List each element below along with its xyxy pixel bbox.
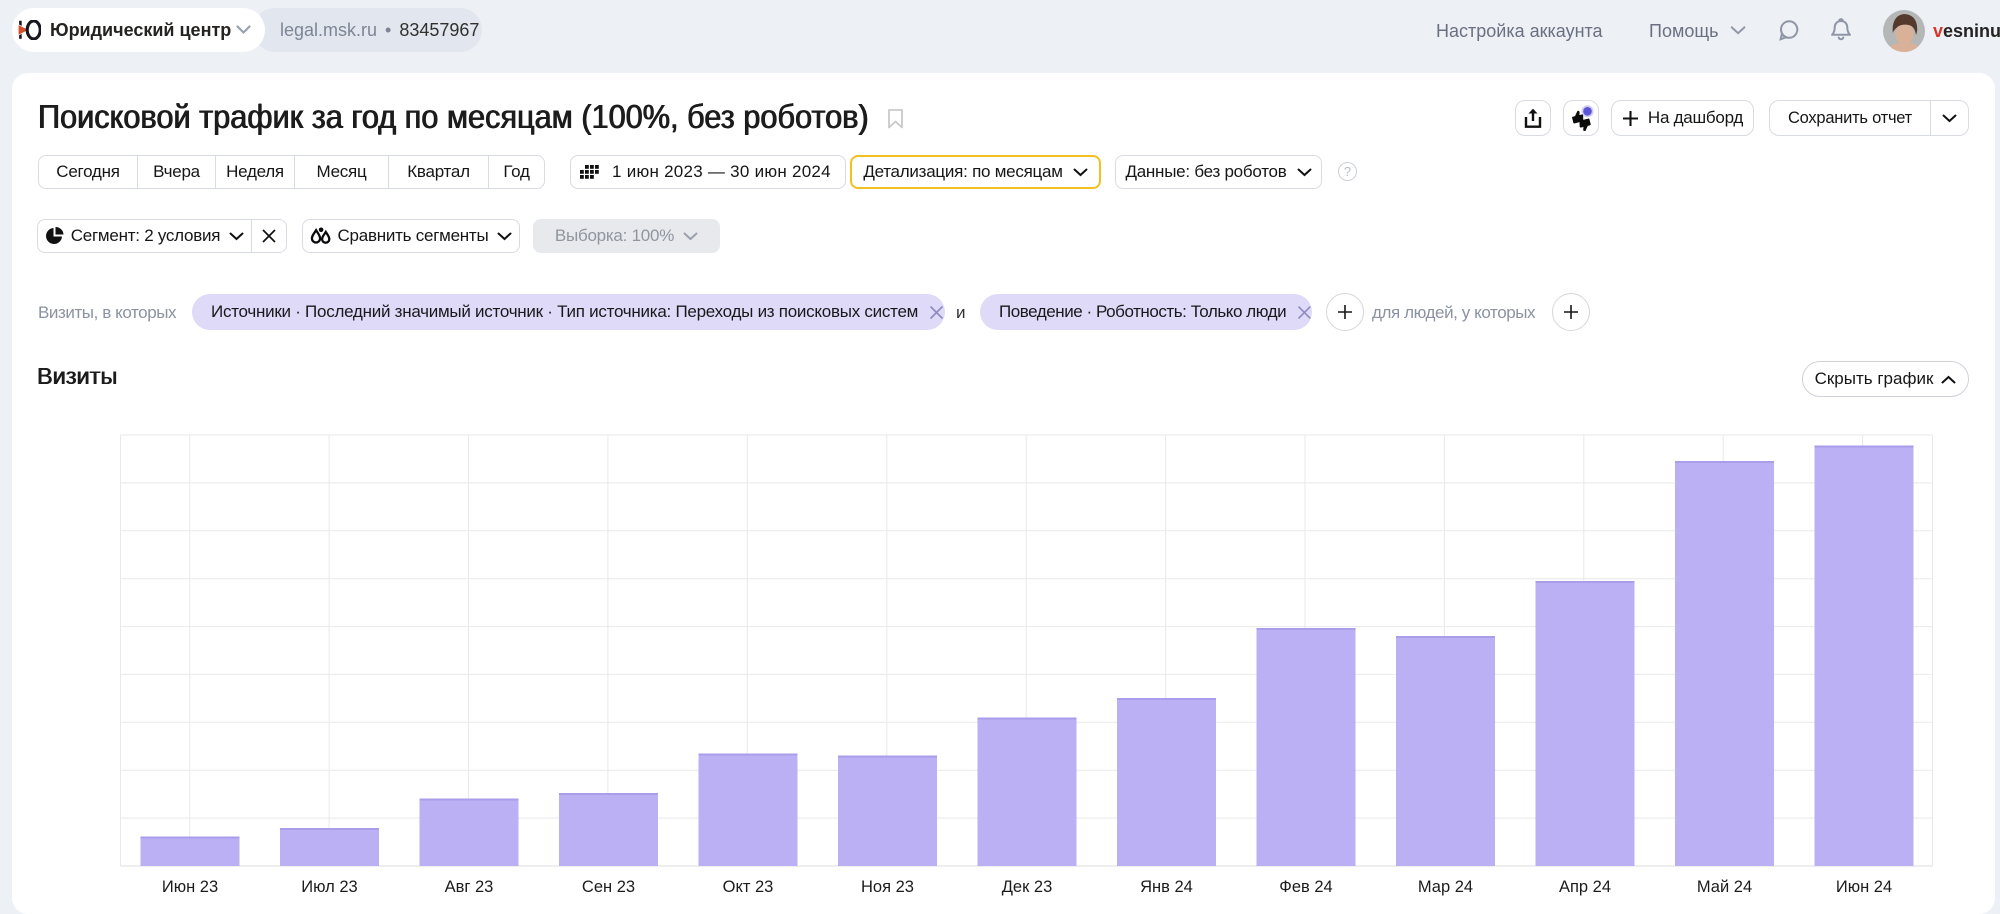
svg-text:Ноя 23: Ноя 23 — [861, 878, 914, 896]
svg-text:Фев 24: Фев 24 — [1279, 878, 1332, 896]
svg-text:Дек 23: Дек 23 — [1002, 878, 1053, 896]
svg-text:Сен 23: Сен 23 — [582, 878, 635, 896]
svg-text:Окт 23: Окт 23 — [723, 878, 774, 896]
svg-text:Июн 24: Июн 24 — [1836, 878, 1892, 896]
svg-text:Мар 24: Мар 24 — [1418, 878, 1473, 896]
svg-text:Июн 23: Июн 23 — [162, 878, 218, 896]
svg-text:Июл 23: Июл 23 — [301, 878, 357, 896]
svg-text:Май 24: Май 24 — [1697, 878, 1752, 896]
svg-text:Авг 23: Авг 23 — [445, 878, 494, 896]
svg-text:Апр 24: Апр 24 — [1559, 878, 1611, 896]
svg-text:Янв 24: Янв 24 — [1140, 878, 1193, 896]
